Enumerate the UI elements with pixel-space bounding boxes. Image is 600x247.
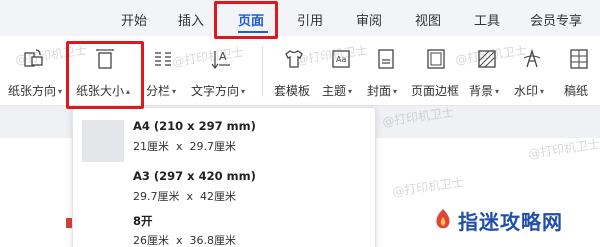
cover-label: 封面 (367, 84, 392, 98)
columns-button[interactable]: 分栏 ▾ (142, 36, 186, 106)
chevron-down-icon: ▾ (348, 87, 353, 96)
tab-view[interactable]: 视图 (415, 10, 441, 29)
manuscript-button[interactable]: 稿纸 (558, 36, 600, 106)
paper-size-name: A4 (210 x 297 mm) (133, 119, 256, 133)
page-border-button[interactable]: 页面边框 (408, 36, 464, 106)
theme-label: 主题 (322, 84, 347, 98)
brand-logo-icon (436, 209, 450, 229)
times-separator: x (186, 190, 194, 203)
paper-size-name: A3 (297 x 420 mm) (133, 169, 256, 183)
paper-size-dropdown: A4 (210 x 297 mm) 21厘米 x 29.7厘米 A3 (297 x … (72, 107, 376, 247)
tab-insert[interactable]: 插入 (178, 10, 204, 29)
chevron-down-icon: ▾ (172, 87, 177, 96)
tab-tools[interactable]: 工具 (474, 10, 500, 29)
page-border-label: 页面边框 (411, 84, 460, 98)
cover-button[interactable]: 封面 ▾ (364, 36, 408, 106)
paper-size-name: 8开 (133, 214, 153, 228)
columns-icon (155, 52, 171, 66)
paper-height: 36.8厘米 (189, 234, 237, 247)
highlight-box-paper-size (66, 41, 144, 109)
template-label: 套模板 (274, 84, 311, 98)
orientation-label: 纸张方向 (8, 84, 57, 98)
paper-thumbnail (82, 120, 124, 162)
menu-tab-bar: 开始 插入 页面 引用 审阅 视图 工具 会员专享 (0, 0, 600, 36)
manuscript-icon (570, 49, 588, 69)
cover-icon (378, 49, 394, 69)
highlight-box-page-tab (214, 1, 278, 39)
ribbon-divider (262, 46, 263, 96)
tab-home[interactable]: 开始 (121, 10, 147, 29)
watermark-label: 水印 (514, 84, 539, 98)
chevron-down-icon: ▾ (393, 87, 398, 96)
times-separator: x (176, 234, 183, 247)
chevron-down-icon: ▾ (495, 87, 500, 96)
paper-size-option-a4[interactable]: A4 (210 x 297 mm) 21厘米 x 29.7厘米 (73, 113, 375, 165)
paper-height: 29.7厘米 (189, 140, 237, 153)
manuscript-label: 稿纸 (564, 84, 589, 98)
times-separator: x (176, 140, 183, 153)
columns-label: 分栏 (146, 84, 171, 98)
paper-width: 21厘米 (133, 140, 169, 153)
page-border-icon (427, 49, 445, 69)
paper-width: 29.7厘米 (133, 190, 180, 203)
tab-references[interactable]: 引用 (297, 10, 323, 29)
chevron-down-icon: ▾ (241, 87, 246, 96)
background-label: 背景 (469, 84, 494, 98)
paper-size-option-8k[interactable]: 8开 26厘米 x 36.8厘米 (73, 207, 375, 247)
tab-member[interactable]: 会员专享 (530, 10, 582, 29)
chevron-down-icon: ▾ (58, 87, 63, 96)
text-direction-label: 文字方向 (191, 84, 240, 98)
chevron-down-icon: ▾ (540, 87, 545, 96)
tab-review[interactable]: 审阅 (356, 10, 382, 29)
brand-name: 指迷攻略网 (458, 210, 563, 234)
paper-height: 42厘米 (200, 190, 237, 203)
template-button[interactable]: 套模板 (270, 36, 318, 106)
paper-width: 26厘米 (133, 234, 169, 247)
